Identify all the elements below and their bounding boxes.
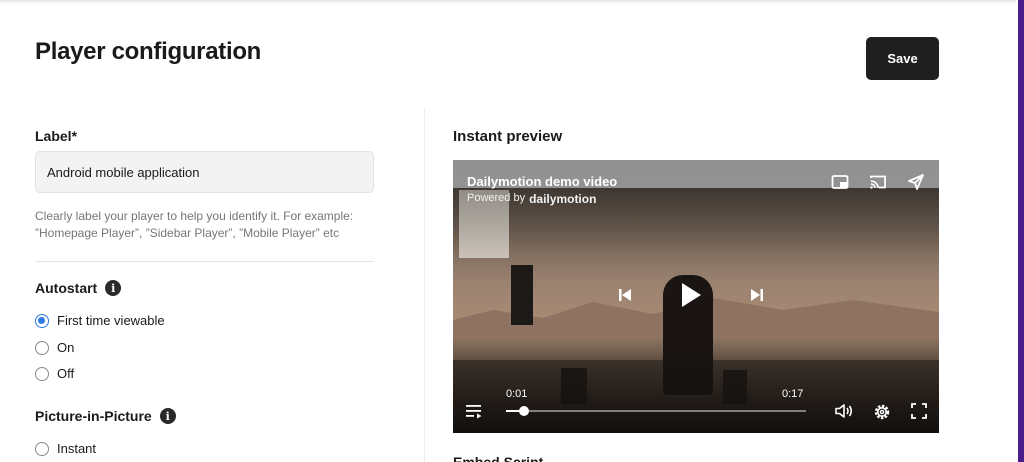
autostart-option-off[interactable]: Off (35, 366, 74, 381)
duration: 0:17 (782, 388, 804, 400)
video-player[interactable]: Dailymotion demo video Powered by dailym… (453, 160, 939, 433)
brand-logo: dailymotion (529, 192, 597, 206)
next-icon[interactable] (750, 288, 764, 302)
player-center-controls (618, 282, 764, 308)
powered-by: Powered by dailymotion (467, 192, 596, 206)
picture-in-picture-icon[interactable] (831, 173, 849, 191)
playlist-icon[interactable] (465, 403, 483, 419)
player-top-controls (831, 173, 925, 191)
info-icon[interactable]: i (159, 408, 176, 424)
section-divider (35, 261, 374, 262)
player-bottom-controls (835, 403, 927, 421)
radio-icon[interactable] (35, 441, 49, 456)
radio-label: On (57, 340, 75, 355)
autostart-title: Autostart (35, 280, 98, 296)
radio-label: Off (57, 366, 75, 381)
autostart-option-first-time-viewable[interactable]: First time viewable (35, 313, 165, 328)
radio-icon[interactable] (35, 366, 49, 381)
column-divider (424, 108, 425, 462)
fullscreen-icon[interactable] (911, 403, 927, 419)
previous-icon[interactable] (618, 288, 632, 302)
autostart-option-on[interactable]: On (35, 340, 74, 355)
progress-knob[interactable] (519, 406, 529, 416)
radio-icon[interactable] (35, 340, 49, 355)
autostart-section: Autostart i (35, 280, 122, 296)
powered-by-text: Powered by (467, 192, 526, 204)
play-icon[interactable] (680, 282, 702, 308)
label-help-text: Clearly label your player to help you id… (35, 209, 354, 240)
embed-script-title: Embed Script (453, 454, 544, 462)
label-input[interactable] (35, 151, 374, 193)
pip-option-instant[interactable]: Instant (35, 441, 96, 456)
top-shadow (0, 0, 1016, 4)
save-button[interactable]: Save (866, 37, 939, 80)
radio-label: First time viewable (57, 313, 165, 328)
volume-icon[interactable] (835, 403, 853, 419)
radio-checked-icon[interactable] (35, 313, 49, 328)
current-time: 0:01 (506, 388, 528, 400)
video-title: Dailymotion demo video (467, 174, 618, 189)
preview-title: Instant preview (453, 128, 563, 145)
progress-bar[interactable] (506, 406, 806, 416)
share-icon[interactable] (907, 173, 925, 191)
pip-section: Picture-in-Picture i (35, 408, 176, 424)
right-edge-bar (1018, 0, 1024, 462)
settings-gear-icon[interactable] (873, 403, 891, 421)
page-title: Player configuration (35, 38, 262, 65)
cast-icon[interactable] (869, 173, 887, 191)
pip-title: Picture-in-Picture (35, 408, 152, 424)
label-field-label: Label* (35, 128, 78, 144)
info-icon[interactable]: i (105, 280, 122, 296)
radio-label: Instant (57, 441, 97, 456)
